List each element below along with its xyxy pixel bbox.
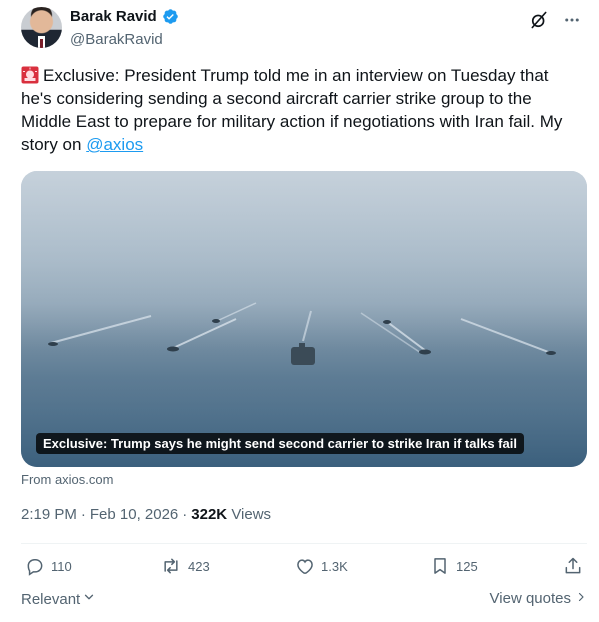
author-display-name[interactable]: Barak Ravid [70, 8, 157, 25]
avatar[interactable] [21, 7, 62, 48]
reply-count: 110 [51, 558, 72, 574]
tweet-action-bar: 110 423 1.3K 125 [21, 556, 587, 580]
repost-button[interactable]: 423 [160, 556, 210, 576]
repost-icon [160, 556, 182, 576]
tweet-top-actions [529, 10, 581, 30]
like-button[interactable]: 1.3K [295, 556, 348, 576]
more-icon[interactable] [563, 11, 581, 29]
author-handle[interactable]: @BarakRavid [70, 31, 163, 48]
replies-header: Relevant View quotes [21, 590, 587, 610]
chevron-down-icon [82, 590, 96, 608]
verified-badge-icon[interactable] [162, 8, 179, 25]
tweet-time[interactable]: 2:19 PM [21, 506, 77, 523]
bookmark-count: 125 [456, 558, 478, 574]
link-card-title[interactable]: Exclusive: Trump says he might send seco… [36, 433, 524, 454]
bookmark-button[interactable]: 125 [430, 556, 478, 576]
chevron-right-icon [575, 590, 587, 607]
tweet-meta: 2:19 PM · Feb 10, 2026 · 322K Views [21, 506, 271, 523]
grok-icon[interactable] [529, 10, 549, 30]
rotating-light-emoji [21, 66, 39, 84]
repost-count: 423 [188, 558, 210, 574]
view-quotes-label: View quotes [489, 590, 571, 607]
reply-button[interactable]: 110 [25, 556, 72, 576]
axios-mention-link[interactable]: @axios [86, 135, 143, 154]
share-icon [563, 556, 583, 576]
meta-separator: · [80, 506, 86, 523]
tweet-text: Exclusive: President Trump told me in an… [21, 64, 581, 156]
tweet-date[interactable]: Feb 10, 2026 [90, 506, 178, 523]
views-count: 322K [191, 506, 228, 523]
like-count: 1.3K [321, 558, 348, 574]
link-source[interactable]: From axios.com [21, 472, 113, 487]
share-button[interactable] [563, 556, 583, 576]
meta-separator: · [182, 506, 188, 523]
divider [21, 543, 587, 544]
sort-dropdown[interactable]: Relevant [21, 590, 96, 608]
sort-label: Relevant [21, 590, 81, 608]
link-card-image[interactable]: Exclusive: Trump says he might send seco… [21, 171, 587, 467]
author-name-row[interactable]: Barak Ravid [70, 8, 179, 25]
heart-icon [295, 556, 315, 576]
views-label: Views [231, 506, 272, 523]
reply-icon [25, 556, 45, 576]
bookmark-icon [430, 556, 450, 576]
view-quotes-link[interactable]: View quotes [490, 590, 587, 607]
